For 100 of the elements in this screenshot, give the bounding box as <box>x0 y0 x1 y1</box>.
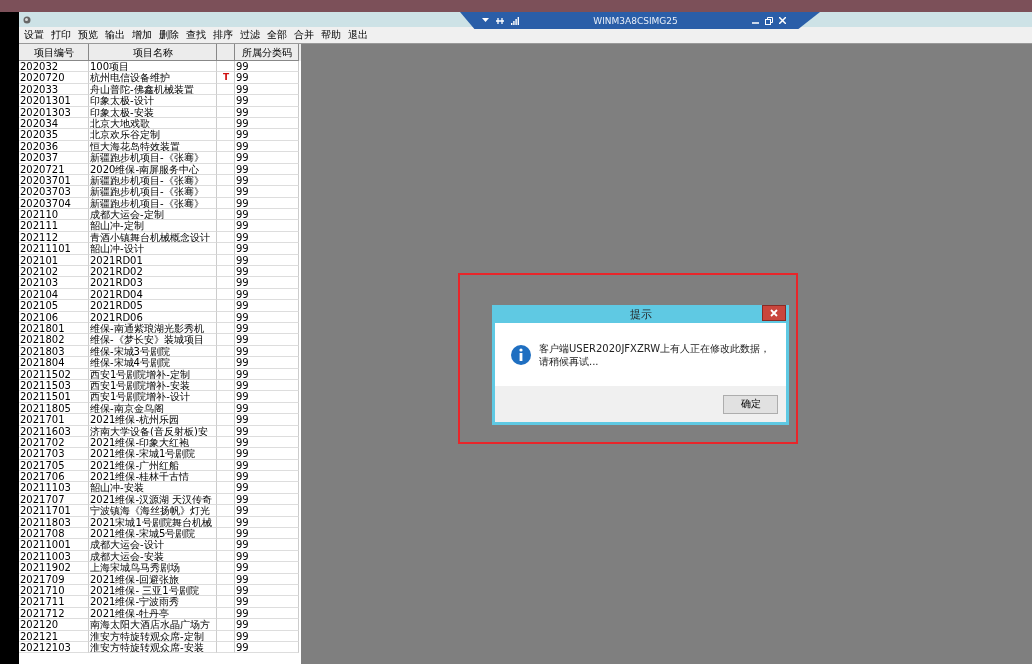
table-cell: 2021维保-广州红船 <box>89 459 217 472</box>
menu-item[interactable]: 预览 <box>75 28 101 42</box>
dialog-title: 提示 <box>629 306 652 322</box>
table-cell: 202036 <box>19 140 89 153</box>
table-cell: 99 <box>235 607 299 620</box>
table-cell: 99 <box>235 72 299 84</box>
table-cell: 2021维保-宋城1号剧院 <box>89 448 217 460</box>
table-cell: 99 <box>235 220 299 232</box>
table-cell: 99 <box>235 596 299 608</box>
table-cell: 杭州电信设备维护 <box>89 72 217 84</box>
table-cell: 2021RD02 <box>89 266 217 278</box>
table-cell: 99 <box>235 288 299 301</box>
table-cell: 99 <box>235 311 299 323</box>
table-cell: 99 <box>235 163 299 175</box>
table-cell: 2020720 <box>19 72 89 84</box>
table-cell: 2021702 <box>19 436 89 449</box>
table-cell: 99 <box>235 334 299 346</box>
table-cell: 西安1号剧院增补-设计 <box>89 391 217 403</box>
table-cell: 印象太极-安装 <box>89 106 217 118</box>
menu-item[interactable]: 过滤 <box>237 28 263 42</box>
table-cell: 99 <box>235 528 299 540</box>
table-cell: 2021RD05 <box>89 300 217 312</box>
table-cell: 202034 <box>19 117 89 130</box>
table-cell: 99 <box>235 641 299 654</box>
close-button[interactable] <box>762 305 786 321</box>
table-cell: T <box>217 72 235 84</box>
menu-item[interactable]: 设置 <box>21 28 47 42</box>
table-cell: 舟山普陀-佛鑫机械装置 <box>89 83 217 96</box>
table-cell: 维保-宋城4号剧院 <box>89 357 217 369</box>
table-cell: 99 <box>235 573 299 585</box>
table-cell: 20211805 <box>19 402 89 415</box>
table-cell: 济南大学设备(音反射板)安 <box>89 425 217 437</box>
table-cell: 2021803 <box>19 345 89 358</box>
table-cell: 2021706 <box>19 471 89 483</box>
table-cell: 2021707 <box>19 493 89 506</box>
table-cell: 2021维保-牡丹亭 <box>89 607 217 620</box>
table-cell: 2021维保-回避张旅 <box>89 573 217 585</box>
pin-icon[interactable] <box>495 16 505 25</box>
menu-item[interactable]: 查找 <box>183 28 209 42</box>
menu-item[interactable]: 帮助 <box>318 28 344 42</box>
table-cell: 202104 <box>19 288 89 301</box>
table-cell: 2021维保-宋城5号剧院 <box>89 528 217 540</box>
table-cell: 2021RD04 <box>89 288 217 301</box>
table-cell: 维保-南通紫琅湖光影秀机 <box>89 323 217 335</box>
table-cell: 南海太阳大酒店水晶广场方 <box>89 619 217 631</box>
table-cell: 99 <box>235 619 299 631</box>
table-cell: 20211503 <box>19 379 89 392</box>
table-cell: 99 <box>235 505 299 517</box>
table-cell: 淮安方特旋转观众席-安装 <box>89 641 217 654</box>
close-icon[interactable] <box>779 17 786 24</box>
table-cell: 99 <box>235 197 299 210</box>
table-cell: 202105 <box>19 300 89 312</box>
table-cell: 99 <box>235 140 299 153</box>
table-cell: 202112 <box>19 231 89 244</box>
table-cell: 2021维保-印象大红袍 <box>89 436 217 449</box>
menu-item[interactable]: 排序 <box>210 28 236 42</box>
menu-item[interactable]: 合并 <box>291 28 317 42</box>
table-cell: 韶山冲-安装 <box>89 482 217 494</box>
ok-button[interactable]: 确定 <box>723 394 778 414</box>
table-cell: 202032 <box>19 61 89 73</box>
table-cell: 99 <box>235 459 299 472</box>
table-cell: 99 <box>235 117 299 130</box>
table-cell: 99 <box>235 584 299 597</box>
table-cell: 20211501 <box>19 391 89 403</box>
table-cell: 202035 <box>19 129 89 141</box>
table-cell: 99 <box>235 493 299 506</box>
table-cell: 上海宋城鸟马秀剧场 <box>89 562 217 574</box>
menu-item[interactable]: 全部 <box>264 28 290 42</box>
table-cell: 20203703 <box>19 186 89 198</box>
table-cell: 2021712 <box>19 607 89 620</box>
table-cell: 99 <box>235 209 299 221</box>
info-icon <box>511 344 531 365</box>
table-cell: 淮安方特旋转观众席-定制 <box>89 630 217 642</box>
dropdown-icon[interactable] <box>482 18 489 23</box>
table-cell: 99 <box>235 391 299 403</box>
menu-item[interactable]: 删除 <box>156 28 182 42</box>
table-cell: 20203701 <box>19 174 89 187</box>
restore-icon[interactable] <box>765 16 773 25</box>
table-cell: 2020维保-南屏服务中心 <box>89 163 217 175</box>
table-cell: 20211701 <box>19 505 89 517</box>
table-cell: 202101 <box>19 254 89 267</box>
table-cell: 成都大运会-设计 <box>89 539 217 551</box>
table-cell: 99 <box>235 277 299 289</box>
table-cell: 99 <box>235 448 299 460</box>
column-header[interactable]: 项目名称 <box>89 44 217 61</box>
table-cell: 20203704 <box>19 197 89 210</box>
table-cell: 99 <box>235 357 299 369</box>
menu-item[interactable]: 打印 <box>48 28 74 42</box>
table-cell: 99 <box>235 231 299 244</box>
table-cell: 2021维保- 三亚1号剧院 <box>89 584 217 597</box>
table-cell: 2021711 <box>19 596 89 608</box>
table-cell: 20211902 <box>19 562 89 574</box>
column-header[interactable]: 项目编号 <box>19 44 89 61</box>
column-header[interactable]: 所属分类码 <box>235 44 299 61</box>
table-cell: 2021804 <box>19 357 89 369</box>
table-cell: 20211103 <box>19 482 89 494</box>
table-cell: 2021710 <box>19 584 89 597</box>
table-cell: 2021703 <box>19 448 89 460</box>
table-cell: 2020721 <box>19 163 89 175</box>
table-cell: 202110 <box>19 209 89 221</box>
